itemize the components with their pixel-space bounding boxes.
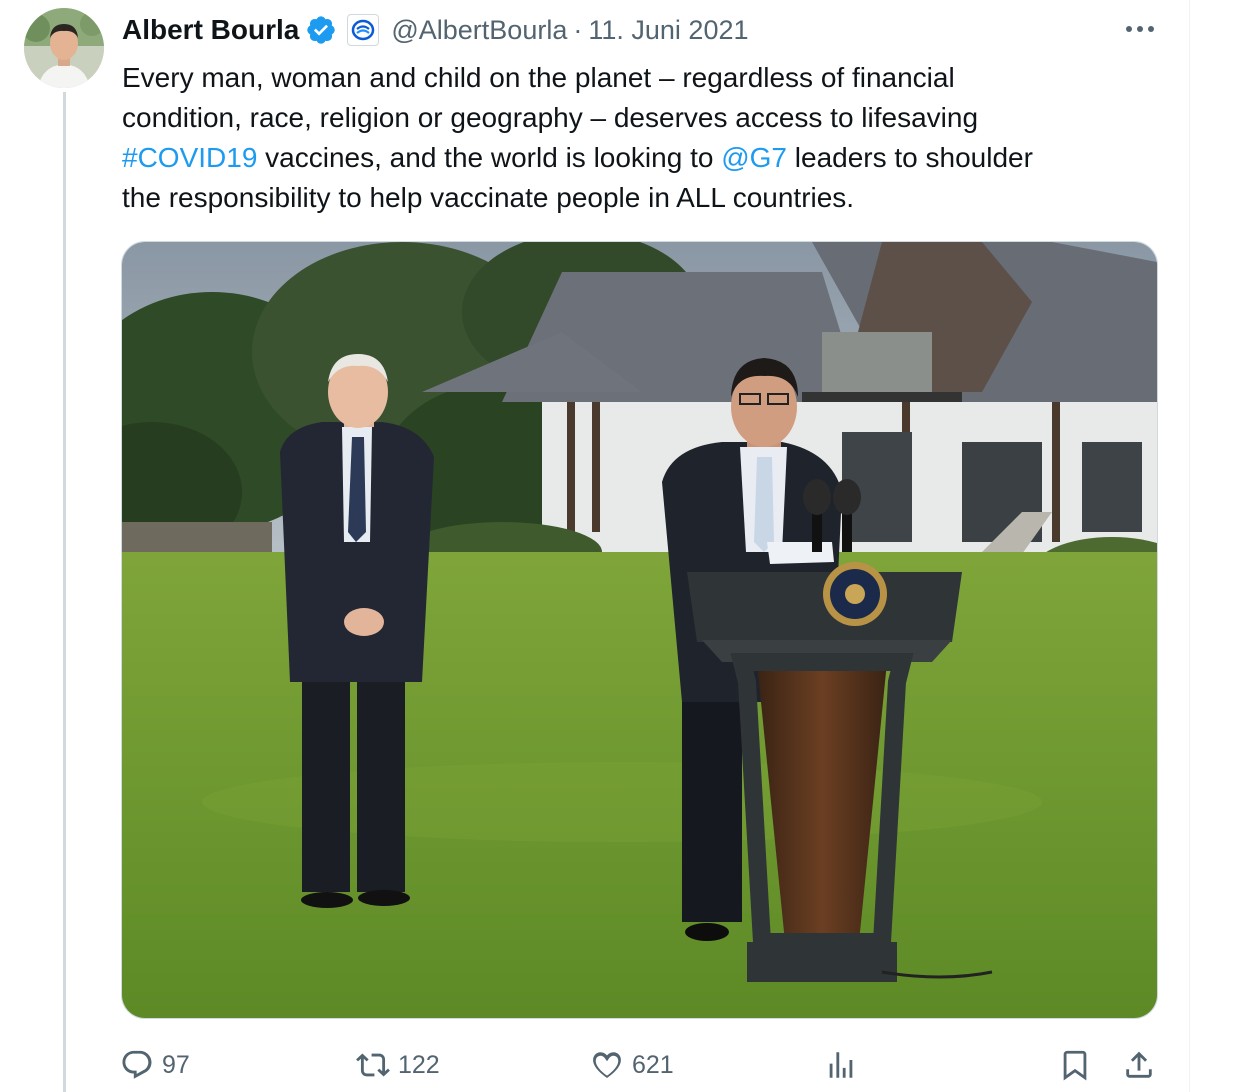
tweet-text-line: Every man, woman and child on the planet…: [122, 58, 1162, 98]
tweet-text-segment: the responsibility to help vaccinate peo…: [122, 182, 855, 213]
reply-button[interactable]: 97: [120, 1040, 190, 1090]
avatar[interactable]: [24, 8, 104, 88]
tweet-header: Albert Bourla @AlbertBourla · 11. Juni 2…: [122, 12, 749, 48]
bookmark-icon: [1063, 1050, 1087, 1081]
share-icon: [1126, 1051, 1152, 1078]
like-count: 621: [632, 1050, 674, 1079]
thread-line: [63, 92, 66, 1092]
author-name[interactable]: Albert Bourla: [122, 14, 299, 46]
reply-icon: [122, 1050, 152, 1079]
tweet-photo[interactable]: [121, 241, 1158, 1019]
hashtag-link[interactable]: #COVID19: [122, 142, 257, 173]
tweet-text-line: the responsibility to help vaccinate peo…: [122, 178, 1162, 218]
timeline-border: [1189, 0, 1190, 1092]
tweet-text-segment: leaders to shoulder: [787, 142, 1033, 173]
tweet-text-segment: condition, race, religion or geography –…: [122, 102, 979, 133]
bookmark-button[interactable]: [1058, 1040, 1092, 1090]
header-separator: ·: [573, 14, 583, 45]
like-icon: [593, 1052, 621, 1078]
tweet-text: Every man, woman and child on the planet…: [122, 58, 1162, 218]
more-icon[interactable]: [1120, 14, 1160, 44]
views-icon: [829, 1052, 853, 1078]
affiliation-logo-icon[interactable]: [347, 14, 380, 46]
tweet-text-line: #COVID19 vaccines, and the world is look…: [122, 138, 1162, 178]
share-button[interactable]: [1122, 1040, 1156, 1090]
tweet-text-line: condition, race, religion or geography –…: [122, 98, 1162, 138]
tweet-text-segment: vaccines, and the world is looking to: [257, 142, 722, 173]
reply-count: 97: [162, 1050, 190, 1079]
tweet-actions: 97 122 621: [0, 1040, 1244, 1090]
mention-link[interactable]: @G7: [721, 142, 787, 173]
retweet-button[interactable]: 122: [356, 1040, 440, 1090]
retweet-icon: [356, 1053, 390, 1077]
author-handle[interactable]: @AlbertBourla: [391, 15, 567, 46]
retweet-count: 122: [398, 1050, 440, 1079]
like-button[interactable]: 621: [590, 1040, 674, 1090]
views-button[interactable]: [824, 1040, 858, 1090]
tweet-date[interactable]: 11. Juni 2021: [588, 15, 748, 46]
verified-badge-icon[interactable]: [299, 14, 337, 46]
tweet-text-segment: Every man, woman and child on the planet…: [122, 62, 955, 93]
